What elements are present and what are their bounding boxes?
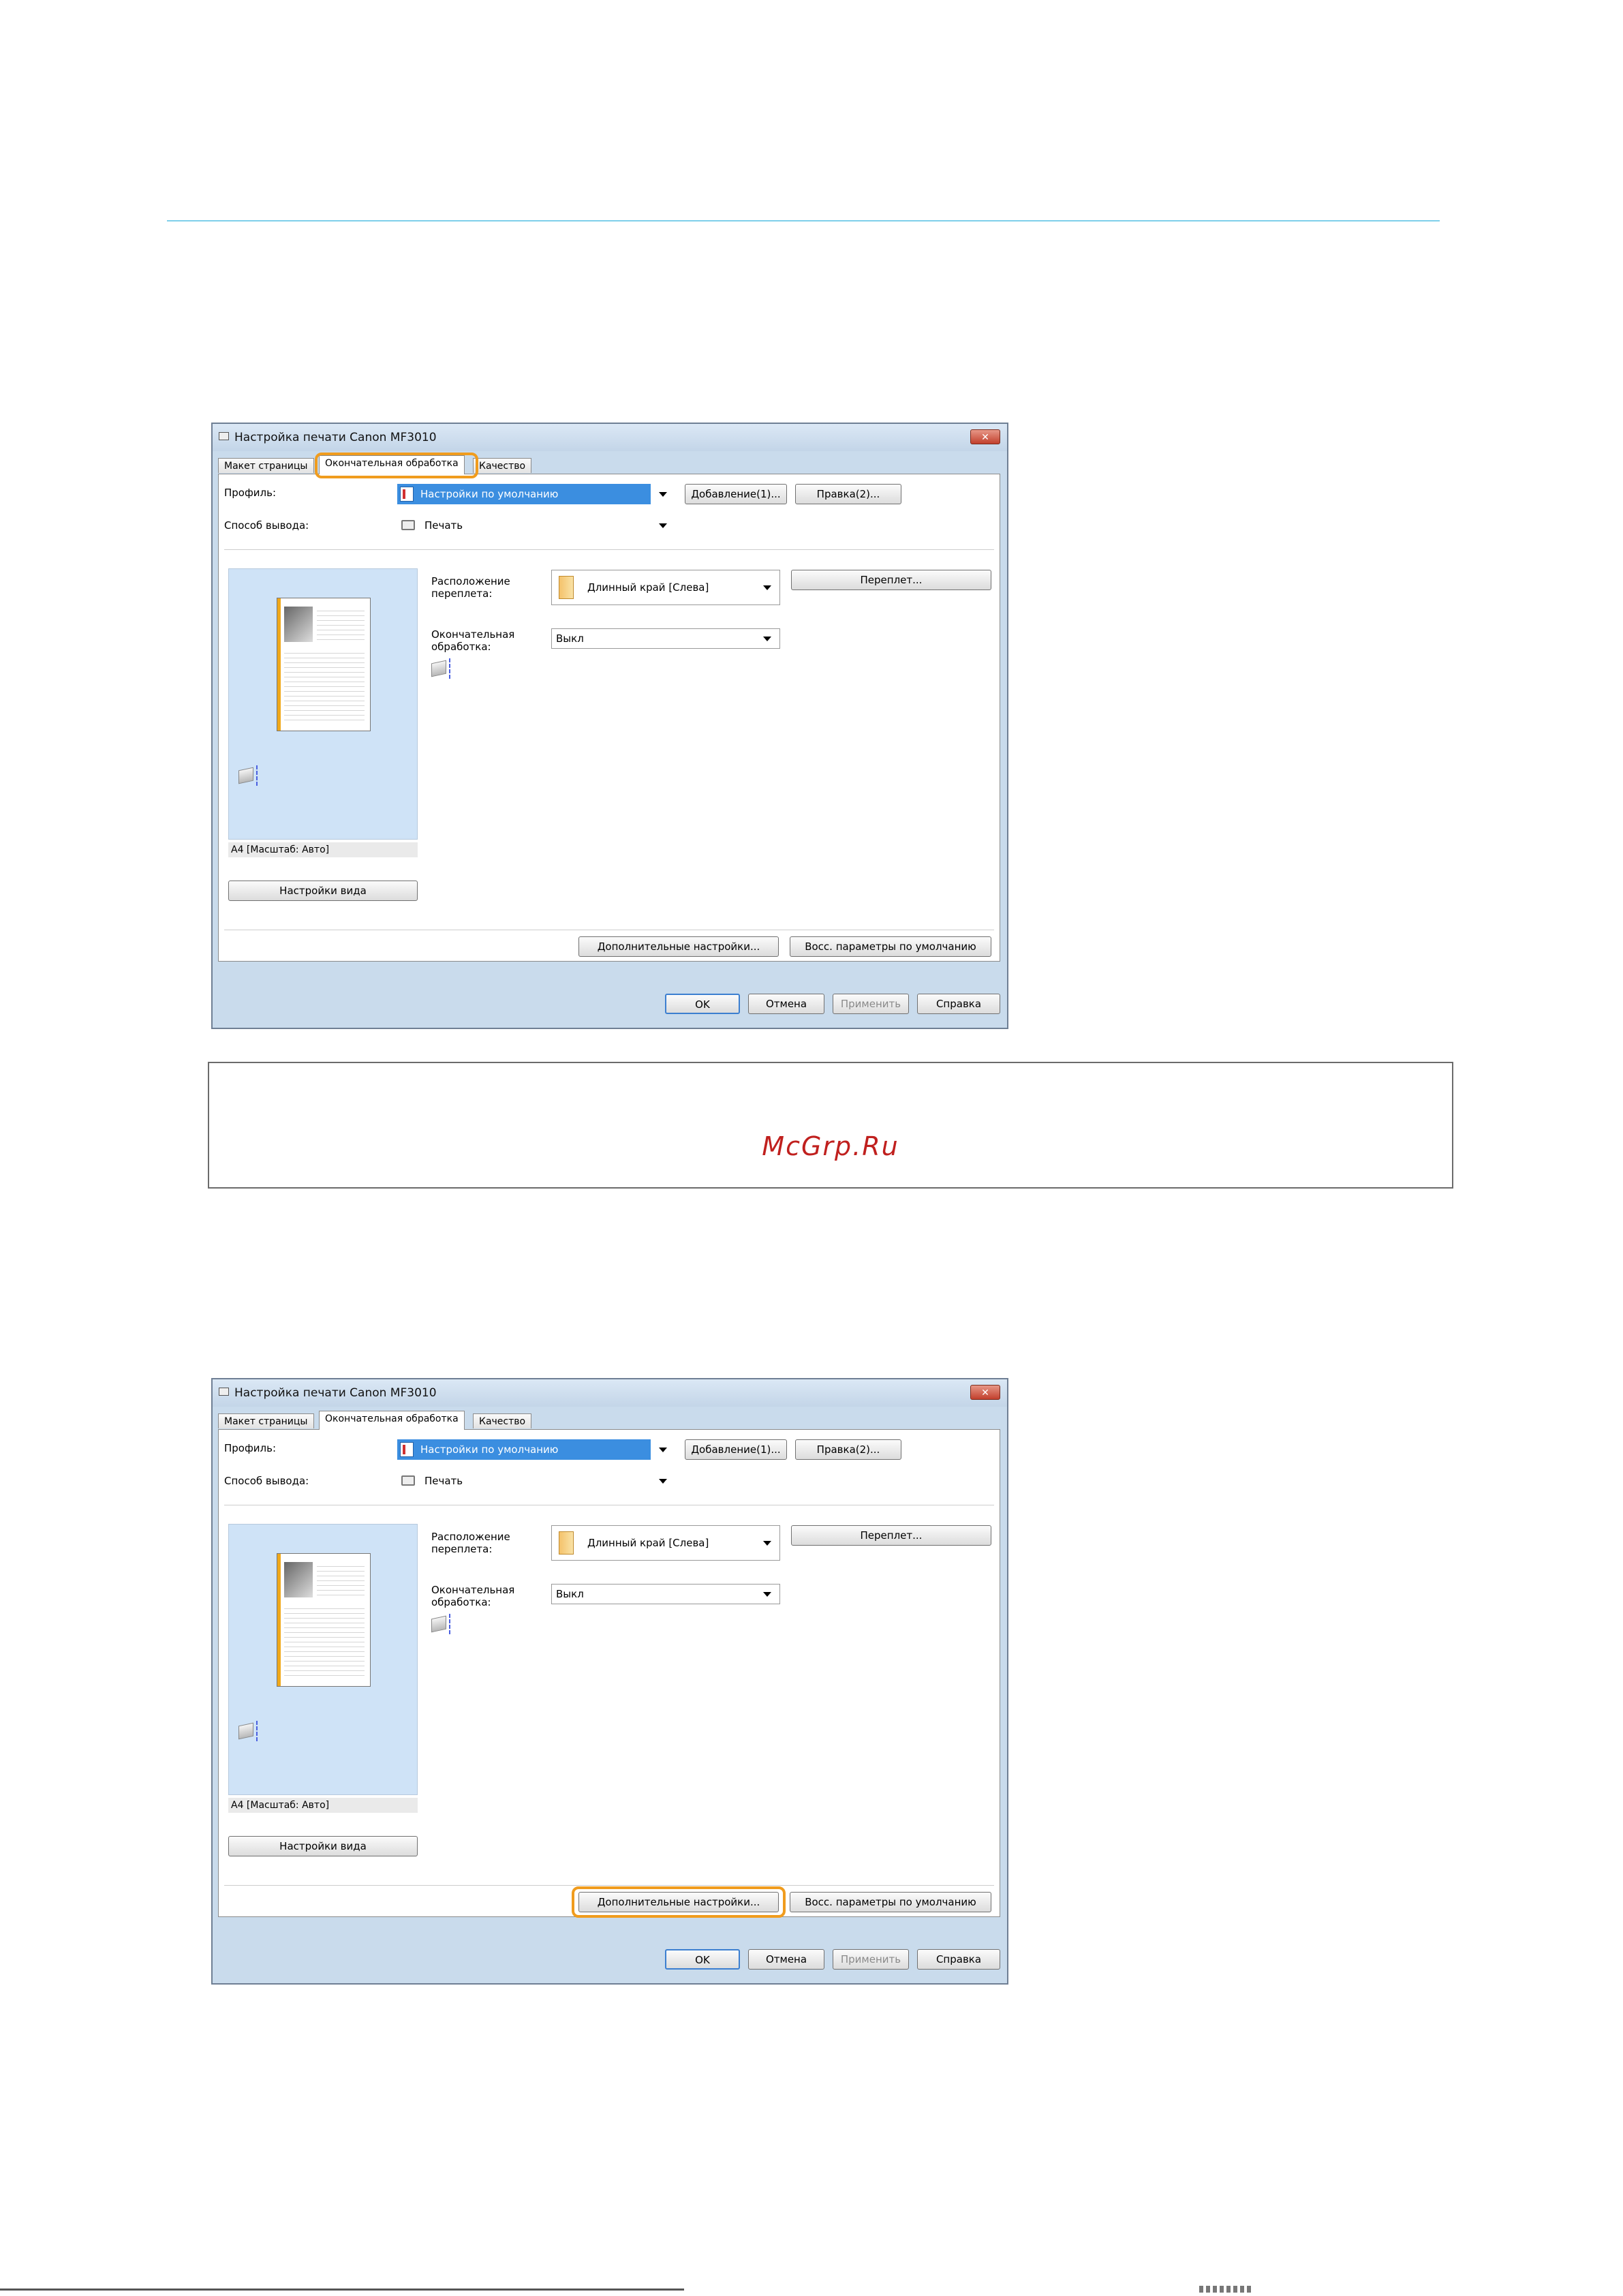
tab-finishing[interactable]: Окончательная обработка <box>319 1411 465 1430</box>
dialog-title: Настройка печати Canon MF3010 <box>234 1386 437 1400</box>
note-box: McGrp.Ru <box>208 1062 1453 1189</box>
tab-page-layout[interactable]: Макет страницы <box>218 1413 314 1428</box>
printer-icon <box>238 765 259 786</box>
highlight-advanced-settings <box>572 1886 786 1918</box>
finishing-label-2: обработка: <box>431 641 491 653</box>
tab-quality[interactable]: Качество <box>473 458 532 473</box>
divider <box>224 549 994 550</box>
binding-icon <box>559 1531 574 1555</box>
edit-profile-button[interactable]: Правка(2)... <box>795 484 901 504</box>
printer-icon <box>219 432 229 440</box>
chevron-down-icon <box>763 1592 771 1597</box>
output-label: Способ вывода: <box>224 1475 309 1487</box>
help-button[interactable]: Справка <box>917 994 1000 1014</box>
binding-value: Длинный край [Слева] <box>587 1537 709 1549</box>
apply-button[interactable]: Применить <box>833 1949 909 1970</box>
ok-button[interactable]: OK <box>665 994 740 1014</box>
profile-select[interactable]: Настройки по умолчанию <box>397 484 670 504</box>
binding-select[interactable]: Длинный край [Слева] <box>551 1525 780 1561</box>
finishing-value: Выкл <box>556 1588 584 1600</box>
profile-value: Настройки по умолчанию <box>420 488 559 500</box>
header-rule <box>167 220 1440 221</box>
ok-button[interactable]: OK <box>665 1949 740 1970</box>
watermark: McGrp.Ru <box>762 1131 899 1161</box>
footer-rule <box>0 2289 684 2291</box>
chevron-down-icon <box>659 492 667 497</box>
chevron-down-icon <box>659 1448 667 1452</box>
advanced-settings-button[interactable]: Дополнительные настройки... <box>578 936 779 957</box>
add-profile-button[interactable]: Добавление(1)... <box>685 484 787 504</box>
finishing-label: Окончательная <box>431 628 515 641</box>
printer-icon <box>431 1614 452 1634</box>
chevron-down-icon <box>763 585 771 590</box>
view-settings-button[interactable]: Настройки вида <box>228 1836 418 1856</box>
finishing-value: Выкл <box>556 632 584 645</box>
binding-select[interactable]: Длинный край [Слева] <box>551 570 780 605</box>
binding-button[interactable]: Переплет... <box>791 1525 991 1546</box>
output-value: Печать <box>424 1475 463 1487</box>
profile-select[interactable]: Настройки по умолчанию <box>397 1439 670 1460</box>
help-button[interactable]: Справка <box>917 1949 1000 1970</box>
edit-profile-button[interactable]: Правка(2)... <box>795 1439 901 1460</box>
page-thumbnail <box>277 598 371 731</box>
restore-defaults-button[interactable]: Восс. параметры по умолчанию <box>790 1892 991 1912</box>
printer-icon <box>401 520 415 530</box>
view-settings-button[interactable]: Настройки вида <box>228 881 418 901</box>
binding-label: Расположение <box>431 575 510 587</box>
finishing-label-2: обработка: <box>431 1596 491 1608</box>
print-settings-dialog: Настройка печати Canon MF3010 ✕ Макет ст… <box>211 423 1008 1029</box>
finishing-select[interactable]: Выкл <box>551 1584 780 1604</box>
cancel-button[interactable]: Отмена <box>748 994 824 1014</box>
tab-page-layout[interactable]: Макет страницы <box>218 458 314 473</box>
binding-icon <box>559 576 574 599</box>
output-select[interactable]: Печать <box>397 515 670 536</box>
profile-label: Профиль: <box>224 487 277 499</box>
output-label: Способ вывода: <box>224 519 309 532</box>
output-select[interactable]: Печать <box>397 1471 670 1491</box>
printer-icon <box>431 658 452 679</box>
divider <box>224 1885 994 1886</box>
tab-quality[interactable]: Качество <box>473 1413 532 1428</box>
chevron-down-icon <box>659 1479 667 1484</box>
page-preview <box>228 568 418 840</box>
close-button[interactable]: ✕ <box>970 1385 1000 1400</box>
profile-value: Настройки по умолчанию <box>420 1443 559 1456</box>
finishing-label: Окончательная <box>431 1584 515 1596</box>
profile-icon <box>400 1442 414 1457</box>
restore-defaults-button[interactable]: Восс. параметры по умолчанию <box>790 936 991 957</box>
cancel-button[interactable]: Отмена <box>748 1949 824 1970</box>
printer-icon <box>401 1475 415 1486</box>
binding-label: Расположение <box>431 1531 510 1543</box>
profile-icon <box>400 487 414 502</box>
tab-panel: Профиль: Настройки по умолчанию Добавлен… <box>218 474 1000 962</box>
title-bar: Настройка печати Canon MF3010 ✕ <box>213 424 1007 451</box>
highlight-tab-finishing <box>315 453 478 478</box>
binding-label-2: переплета: <box>431 587 493 600</box>
chevron-down-icon <box>763 637 771 641</box>
binding-value: Длинный край [Слева] <box>587 581 709 594</box>
page-thumbnail <box>277 1553 371 1687</box>
page-preview <box>228 1524 418 1795</box>
printer-icon <box>219 1388 229 1396</box>
profile-label: Профиль: <box>224 1442 277 1454</box>
apply-button[interactable]: Применить <box>833 994 909 1014</box>
binding-label-2: переплета: <box>431 1543 493 1555</box>
title-bar: Настройка печати Canon MF3010 ✕ <box>213 1379 1007 1407</box>
chevron-down-icon <box>763 1541 771 1546</box>
close-button[interactable]: ✕ <box>970 429 1000 444</box>
preview-caption: A4 [Масштаб: Авто] <box>228 842 418 857</box>
binding-button[interactable]: Переплет... <box>791 570 991 590</box>
footer-mark <box>1199 2286 1254 2293</box>
print-settings-dialog: Настройка печати Canon MF3010 ✕ Макет ст… <box>211 1378 1008 1985</box>
tab-panel: Профиль: Настройки по умолчанию Добавлен… <box>218 1429 1000 1918</box>
finishing-select[interactable]: Выкл <box>551 628 780 649</box>
chevron-down-icon <box>659 523 667 528</box>
preview-caption: A4 [Масштаб: Авто] <box>228 1798 418 1813</box>
add-profile-button[interactable]: Добавление(1)... <box>685 1439 787 1460</box>
printer-icon <box>238 1721 259 1741</box>
dialog-title: Настройка печати Canon MF3010 <box>234 431 437 444</box>
output-value: Печать <box>424 519 463 532</box>
